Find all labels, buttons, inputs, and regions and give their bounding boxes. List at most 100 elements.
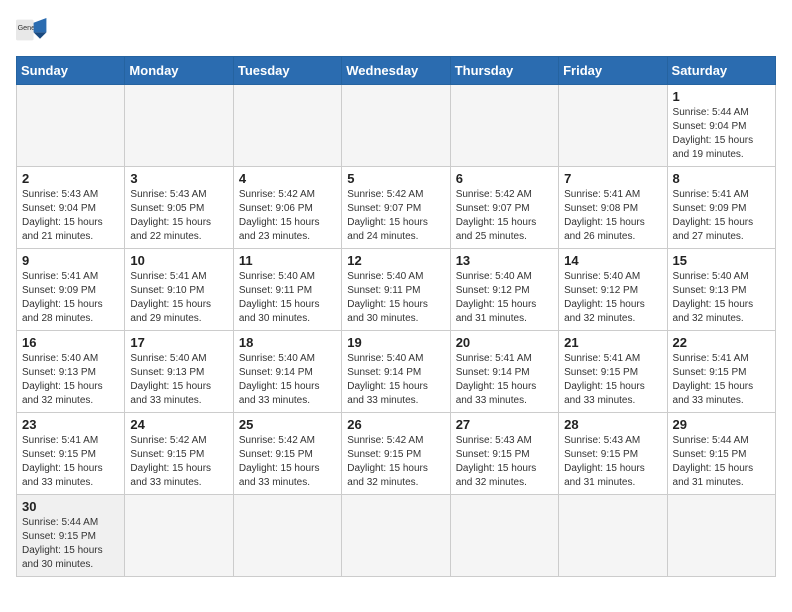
calendar-cell: 24 Sunrise: 5:42 AM Sunset: 9:15 PM Dayli… (125, 413, 233, 495)
day-info: Sunrise: 5:43 AM Sunset: 9:05 PM Dayligh… (130, 188, 227, 244)
calendar-cell: 26Sunrise: 5:42 AM Sunset: 9:15 PM Dayli… (342, 413, 450, 495)
calendar-cell: 2 Sunrise: 5:43 AM Sunset: 9:04 PM Daylig… (17, 167, 125, 249)
weekday-header: Friday (559, 57, 667, 85)
weekday-header: Monday (125, 57, 233, 85)
day-number: 14 (564, 253, 661, 268)
day-number: 28 (564, 417, 661, 432)
calendar-cell: 16Sunrise: 5:40 AM Sunset: 9:13 PM Dayli… (17, 331, 125, 413)
calendar-cell: 17 Sunrise: 5:40 AM Sunset: 9:13 PM Dayli… (125, 331, 233, 413)
calendar-week-row: 1Sunrise: 5:44 AM Sunset: 9:04 PM Daylig… (17, 85, 776, 167)
page-header: General (16, 16, 776, 44)
calendar-week-row: 2 Sunrise: 5:43 AM Sunset: 9:04 PM Daylig… (17, 167, 776, 249)
day-number: 9 (22, 253, 119, 268)
weekday-header: Saturday (667, 57, 775, 85)
calendar-cell (342, 85, 450, 167)
calendar-cell: 12Sunrise: 5:40 AM Sunset: 9:11 PM Dayli… (342, 249, 450, 331)
logo-icon: General (16, 16, 48, 44)
weekday-header: Tuesday (233, 57, 341, 85)
day-info: Sunrise: 5:41 AM Sunset: 9:15 PM Dayligh… (564, 352, 661, 408)
calendar-body: 1Sunrise: 5:44 AM Sunset: 9:04 PM Daylig… (17, 85, 776, 577)
day-number: 23 (22, 417, 119, 432)
day-info: Sunrise: 5:42 AM Sunset: 9:06 PM Dayligh… (239, 188, 336, 244)
day-number: 21 (564, 335, 661, 350)
weekday-header: Wednesday (342, 57, 450, 85)
day-info: Sunrise: 5:44 AM Sunset: 9:15 PM Dayligh… (673, 434, 770, 490)
day-info: Sunrise: 5:42 AM Sunset: 9:07 PM Dayligh… (456, 188, 553, 244)
calendar-cell (667, 495, 775, 577)
calendar-cell: 28 Sunrise: 5:43 AM Sunset: 9:15 PM Dayli… (559, 413, 667, 495)
calendar-cell (233, 85, 341, 167)
calendar-cell: 23Sunrise: 5:41 AM Sunset: 9:15 PM Dayli… (17, 413, 125, 495)
calendar-cell (342, 495, 450, 577)
calendar-cell: 15 Sunrise: 5:40 AM Sunset: 9:13 PM Dayli… (667, 249, 775, 331)
day-info: Sunrise: 5:41 AM Sunset: 9:14 PM Dayligh… (456, 352, 553, 408)
calendar-table: SundayMondayTuesdayWednesdayThursdayFrid… (16, 56, 776, 577)
day-number: 2 (22, 171, 119, 186)
calendar-cell (559, 85, 667, 167)
day-number: 17 (130, 335, 227, 350)
day-number: 19 (347, 335, 444, 350)
day-number: 29 (673, 417, 770, 432)
calendar-week-row: 30 Sunrise: 5:44 AM Sunset: 9:15 PM Dayli… (17, 495, 776, 577)
calendar-cell (17, 85, 125, 167)
day-info: Sunrise: 5:43 AM Sunset: 9:15 PM Dayligh… (456, 434, 553, 490)
calendar-week-row: 23Sunrise: 5:41 AM Sunset: 9:15 PM Dayli… (17, 413, 776, 495)
day-info: Sunrise: 5:41 AM Sunset: 9:10 PM Dayligh… (130, 270, 227, 326)
calendar-cell (233, 495, 341, 577)
calendar-cell: 10 Sunrise: 5:41 AM Sunset: 9:10 PM Dayli… (125, 249, 233, 331)
day-number: 25 (239, 417, 336, 432)
day-info: Sunrise: 5:40 AM Sunset: 9:14 PM Dayligh… (239, 352, 336, 408)
day-number: 7 (564, 171, 661, 186)
calendar-week-row: 9 Sunrise: 5:41 AM Sunset: 9:09 PM Daylig… (17, 249, 776, 331)
calendar-cell: 18 Sunrise: 5:40 AM Sunset: 9:14 PM Dayli… (233, 331, 341, 413)
day-info: Sunrise: 5:41 AM Sunset: 9:15 PM Dayligh… (673, 352, 770, 408)
day-info: Sunrise: 5:43 AM Sunset: 9:04 PM Dayligh… (22, 188, 119, 244)
calendar-cell: 22 Sunrise: 5:41 AM Sunset: 9:15 PM Dayli… (667, 331, 775, 413)
calendar-cell: 1Sunrise: 5:44 AM Sunset: 9:04 PM Daylig… (667, 85, 775, 167)
calendar-cell: 21 Sunrise: 5:41 AM Sunset: 9:15 PM Dayli… (559, 331, 667, 413)
calendar-cell: 9 Sunrise: 5:41 AM Sunset: 9:09 PM Daylig… (17, 249, 125, 331)
day-info: Sunrise: 5:43 AM Sunset: 9:15 PM Dayligh… (564, 434, 661, 490)
calendar-cell: 29 Sunrise: 5:44 AM Sunset: 9:15 PM Dayli… (667, 413, 775, 495)
day-info: Sunrise: 5:44 AM Sunset: 9:04 PM Dayligh… (673, 106, 770, 162)
calendar-cell (450, 495, 558, 577)
day-number: 4 (239, 171, 336, 186)
day-info: Sunrise: 5:40 AM Sunset: 9:12 PM Dayligh… (564, 270, 661, 326)
calendar-cell: 30 Sunrise: 5:44 AM Sunset: 9:15 PM Dayli… (17, 495, 125, 577)
day-info: Sunrise: 5:40 AM Sunset: 9:13 PM Dayligh… (22, 352, 119, 408)
day-info: Sunrise: 5:40 AM Sunset: 9:13 PM Dayligh… (130, 352, 227, 408)
day-number: 15 (673, 253, 770, 268)
calendar-cell: 6 Sunrise: 5:42 AM Sunset: 9:07 PM Daylig… (450, 167, 558, 249)
logo: General (16, 16, 52, 44)
day-info: Sunrise: 5:40 AM Sunset: 9:13 PM Dayligh… (673, 270, 770, 326)
calendar-cell: 5Sunrise: 5:42 AM Sunset: 9:07 PM Daylig… (342, 167, 450, 249)
day-info: Sunrise: 5:42 AM Sunset: 9:15 PM Dayligh… (239, 434, 336, 490)
day-number: 18 (239, 335, 336, 350)
calendar-cell: 4 Sunrise: 5:42 AM Sunset: 9:06 PM Daylig… (233, 167, 341, 249)
day-info: Sunrise: 5:40 AM Sunset: 9:14 PM Dayligh… (347, 352, 444, 408)
day-info: Sunrise: 5:40 AM Sunset: 9:11 PM Dayligh… (239, 270, 336, 326)
day-number: 6 (456, 171, 553, 186)
calendar-cell: 20Sunrise: 5:41 AM Sunset: 9:14 PM Dayli… (450, 331, 558, 413)
day-info: Sunrise: 5:40 AM Sunset: 9:12 PM Dayligh… (456, 270, 553, 326)
day-number: 24 (130, 417, 227, 432)
day-number: 30 (22, 499, 119, 514)
calendar-cell (450, 85, 558, 167)
calendar-header: SundayMondayTuesdayWednesdayThursdayFrid… (17, 57, 776, 85)
calendar-cell (559, 495, 667, 577)
calendar-cell: 27Sunrise: 5:43 AM Sunset: 9:15 PM Dayli… (450, 413, 558, 495)
calendar-cell: 14 Sunrise: 5:40 AM Sunset: 9:12 PM Dayli… (559, 249, 667, 331)
day-number: 26 (347, 417, 444, 432)
day-number: 10 (130, 253, 227, 268)
day-info: Sunrise: 5:41 AM Sunset: 9:09 PM Dayligh… (22, 270, 119, 326)
day-info: Sunrise: 5:44 AM Sunset: 9:15 PM Dayligh… (22, 516, 119, 572)
day-number: 8 (673, 171, 770, 186)
day-number: 22 (673, 335, 770, 350)
day-info: Sunrise: 5:42 AM Sunset: 9:15 PM Dayligh… (130, 434, 227, 490)
calendar-cell: 19 Sunrise: 5:40 AM Sunset: 9:14 PM Dayli… (342, 331, 450, 413)
day-number: 11 (239, 253, 336, 268)
calendar-cell: 3Sunrise: 5:43 AM Sunset: 9:05 PM Daylig… (125, 167, 233, 249)
weekday-header: Sunday (17, 57, 125, 85)
day-number: 13 (456, 253, 553, 268)
calendar-cell: 13 Sunrise: 5:40 AM Sunset: 9:12 PM Dayli… (450, 249, 558, 331)
